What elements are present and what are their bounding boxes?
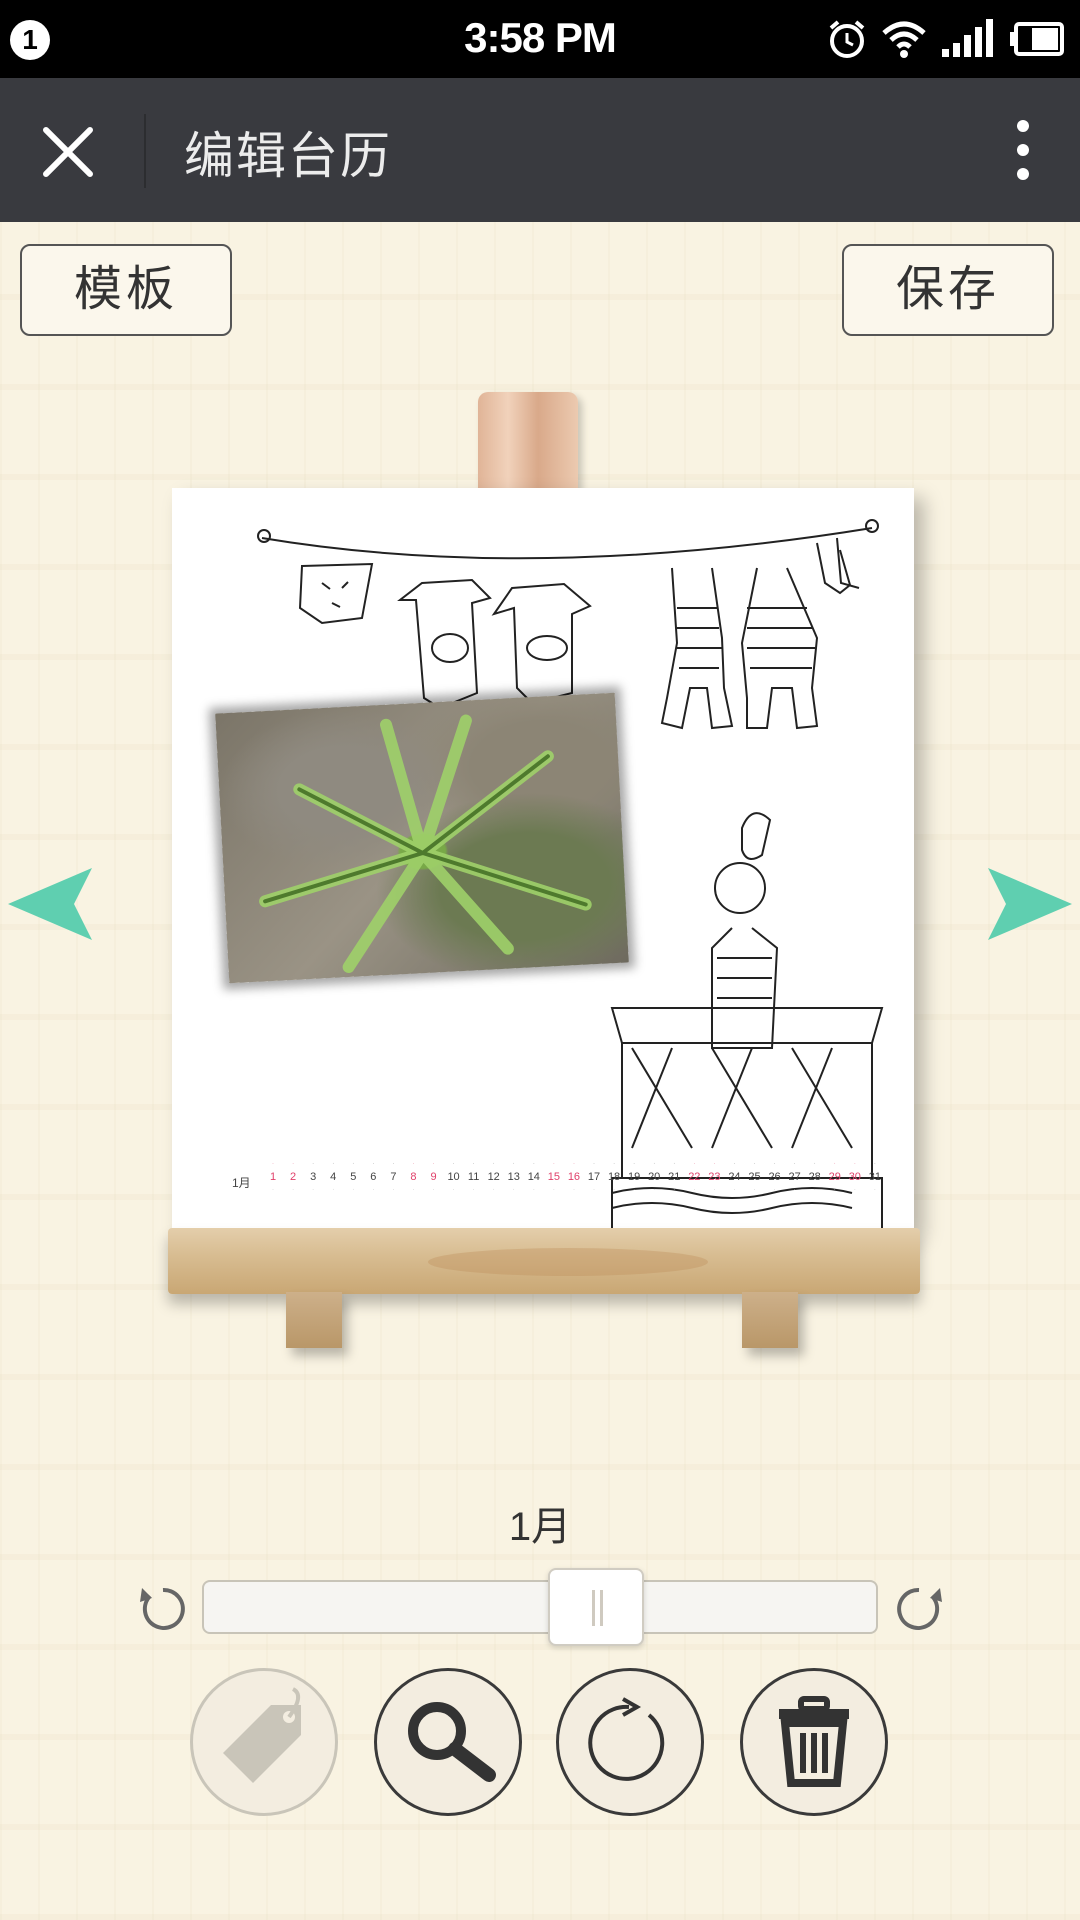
calendar-day: · 26 · — [768, 1161, 781, 1193]
plant-photo-detail — [259, 714, 592, 974]
calendar-strip: 1月 · 1 · · 2 · · 3 · · 4 · · 5 · · 6 · · 7 · · 8 · · 9 · · 10 · · 11 · · 1… — [232, 1158, 892, 1198]
calendar-day: · 11 · — [467, 1161, 480, 1193]
calendar-day: · 30 · — [848, 1161, 861, 1193]
calendar-day: · 17 · — [587, 1161, 601, 1193]
calendar-day: · 9 · — [430, 1161, 437, 1193]
more-menu-button[interactable] — [1008, 118, 1038, 182]
arrow-left-icon — [8, 868, 92, 940]
calendar-day: · 21 · — [668, 1161, 681, 1193]
rotation-slider-track[interactable] — [202, 1580, 878, 1634]
next-month-button[interactable] — [988, 868, 1072, 940]
easel-clip — [478, 392, 578, 502]
easel-ledge — [168, 1228, 920, 1294]
calendar-day: · 23 · — [708, 1161, 721, 1193]
month-label: 1月 — [508, 1505, 572, 1549]
calendar-day: · 29 · — [828, 1161, 841, 1193]
calendar-day: · 16 · — [567, 1161, 581, 1193]
calendar-days: · 1 · · 2 · · 3 · · 4 · · 5 · · 6 · · 7 · · 8 · · 9 · · 10 · · 11 · · 12 · ·… — [264, 1158, 884, 1197]
more-vertical-icon — [1017, 120, 1029, 180]
zoom-icon — [408, 1702, 496, 1782]
status-icons — [826, 16, 1066, 62]
easel-leg-right — [742, 1292, 798, 1348]
calendar-day: · 22 · — [688, 1161, 701, 1193]
delete-button[interactable] — [740, 1668, 888, 1816]
wifi-icon — [882, 21, 926, 58]
calendar-day: · 2 · — [290, 1161, 297, 1193]
calendar-day: · 7 · — [390, 1161, 397, 1193]
calendar-day: · 5 · — [350, 1161, 357, 1193]
calendar-day: · 4 · — [330, 1161, 337, 1193]
user-photo[interactable] — [215, 692, 629, 984]
calendar-day: · 31 · — [868, 1161, 881, 1193]
rotate-left-button[interactable] — [136, 1582, 190, 1636]
calendar-day: · 3 · — [310, 1161, 317, 1193]
rotate-button[interactable] — [556, 1668, 704, 1816]
calendar-day: · 6 · — [370, 1161, 377, 1193]
calendar-day: · 19 · — [628, 1161, 641, 1193]
calendar-day: · 20 · — [648, 1161, 661, 1193]
calendar-canvas[interactable]: 1月 · 1 · · 2 · · 3 · · 4 · · 5 · · 6 · · 7 · · 8 · · 9 · · 10 · · 11 · · 1… — [172, 488, 914, 1230]
calendar-day: · 1 · — [269, 1161, 277, 1193]
calendar-day: · 27 · — [788, 1161, 801, 1193]
calendar-day: · 14 · — [527, 1161, 540, 1193]
easel-leg-left — [286, 1292, 342, 1348]
tag-button[interactable] — [190, 1668, 338, 1816]
rotate-cw-icon — [897, 1587, 942, 1630]
calendar-day: · 10 · — [447, 1161, 460, 1193]
calendar-day: · 15 · — [547, 1161, 560, 1193]
calendar-day: · 25 · — [748, 1161, 761, 1193]
close-icon — [43, 127, 93, 177]
rotation-slider-thumb[interactable] — [548, 1568, 644, 1646]
battery-icon — [1010, 22, 1064, 56]
title-divider — [144, 114, 146, 188]
calendar-day: · 8 · — [410, 1161, 417, 1193]
page-title: 编辑台历 — [184, 128, 392, 184]
rotate-right-button[interactable] — [892, 1582, 946, 1636]
close-button[interactable] — [38, 122, 108, 182]
calendar-day: · 24 · — [728, 1161, 741, 1193]
signal-icon — [942, 19, 993, 57]
calendar-day: · 28 · — [808, 1161, 821, 1193]
tag-icon — [223, 1687, 301, 1783]
save-button[interactable]: 保存 — [842, 244, 1054, 336]
previous-month-button[interactable] — [8, 868, 92, 940]
status-bar: 1 3:58 PM — [0, 0, 1080, 78]
rotate-icon — [588, 1697, 665, 1781]
calendar-day: · 13 · — [507, 1161, 520, 1193]
calendar-day: · 12 · — [487, 1161, 500, 1193]
calendar-day: · 18 · — [607, 1161, 621, 1193]
alarm-icon — [829, 20, 865, 58]
title-bar: 编辑台历 — [0, 78, 1080, 222]
arrow-right-icon — [988, 868, 1072, 940]
zoom-button[interactable] — [374, 1668, 522, 1816]
trash-icon — [779, 1696, 849, 1787]
template-button[interactable]: 模板 — [20, 244, 232, 336]
rotate-ccw-icon — [140, 1587, 185, 1630]
calendar-month-mark: 1月 — [232, 1176, 251, 1190]
